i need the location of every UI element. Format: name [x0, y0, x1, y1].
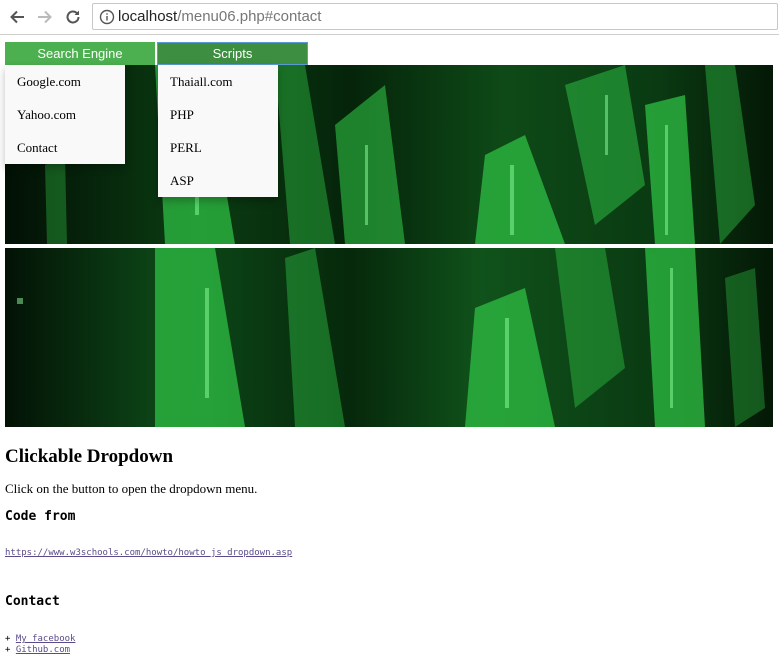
contact-item: + Github.com [5, 645, 70, 655]
page-description: Click on the button to open the dropdown… [5, 481, 258, 496]
code-from-heading: Code from [5, 509, 76, 524]
menu-item-asp[interactable]: ASP [158, 164, 278, 197]
back-arrow-icon[interactable] [6, 6, 28, 28]
scripts-dropdown-button[interactable]: Scripts [157, 42, 308, 65]
search-engine-dropdown-button[interactable]: Search Engine [5, 42, 155, 65]
facebook-link[interactable]: My facebook [16, 634, 76, 644]
bullet: + [5, 645, 11, 655]
w3schools-source-link[interactable]: https://www.w3schools.com/howto/howto_js… [5, 548, 292, 558]
menu-item-perl[interactable]: PERL [158, 131, 278, 164]
menu-item-contact[interactable]: Contact [5, 131, 125, 164]
menu-item-yahoo[interactable]: Yahoo.com [5, 98, 125, 131]
url-host: localhost [118, 8, 178, 25]
matrix-banner-image-2 [5, 248, 773, 427]
scripts-dropdown-menu: Thaiall.com PHP PERL ASP [158, 65, 278, 197]
menu-item-thaiall[interactable]: Thaiall.com [158, 65, 278, 98]
forward-arrow-icon[interactable] [34, 6, 56, 28]
menu-item-google[interactable]: Google.com [5, 65, 125, 98]
menu-item-php[interactable]: PHP [158, 98, 278, 131]
url-text: localhost/menu06.php#contact [118, 8, 321, 25]
search-engine-dropdown-menu: Google.com Yahoo.com Contact [5, 65, 125, 164]
url-path: /menu06.php#contact [177, 8, 322, 25]
github-link[interactable]: Github.com [16, 645, 70, 655]
browser-toolbar: localhost/menu06.php#contact [0, 0, 779, 35]
bullet: + [5, 634, 11, 644]
address-bar[interactable]: localhost/menu06.php#contact [92, 3, 778, 30]
page-title: Clickable Dropdown [5, 446, 174, 467]
contact-item: + My facebook [5, 634, 75, 644]
contact-heading: Contact [5, 594, 60, 609]
info-icon[interactable] [99, 9, 115, 25]
reload-icon[interactable] [62, 6, 84, 28]
